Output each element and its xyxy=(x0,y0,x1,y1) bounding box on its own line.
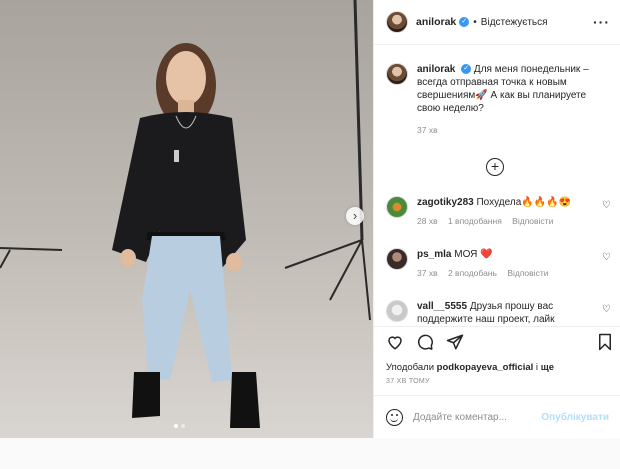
comment-username[interactable]: vall__5555 xyxy=(417,301,467,312)
caption-time[interactable]: 37 хв xyxy=(417,124,597,137)
comment-like-icon[interactable]: ♡ xyxy=(602,252,611,263)
author-username[interactable]: anilorak xyxy=(416,16,456,28)
comment-likes[interactable]: 2 вподобань xyxy=(448,268,497,278)
comment-reply-button[interactable]: Відповісти xyxy=(512,216,553,226)
comment-like-icon[interactable]: ♡ xyxy=(602,200,611,211)
comment-time[interactable]: 37 хв xyxy=(417,268,438,278)
comment-time[interactable]: 28 хв xyxy=(417,216,438,226)
comment-username[interactable]: ps_mla xyxy=(417,249,451,260)
caption-username[interactable]: anilorak xyxy=(417,64,455,75)
save-icon[interactable] xyxy=(596,333,614,355)
load-more-comments-icon[interactable]: + xyxy=(486,158,504,176)
commenter-avatar[interactable] xyxy=(386,248,408,270)
comment-like-icon[interactable]: ♡ xyxy=(602,304,611,315)
comment-likes[interactable]: 1 вподобання xyxy=(448,216,502,226)
comment-item: vall__5555 Друзья прошу вас поддержите н… xyxy=(386,300,611,324)
follow-status-button[interactable]: Відстежується xyxy=(481,17,548,28)
publish-button[interactable]: Опублікувати xyxy=(541,412,609,423)
comment-meta: 37 хв 2 вподобань Відповісти xyxy=(417,267,589,280)
carousel-dot xyxy=(181,424,185,428)
post-container: › anilorak ✓ • Відстежується ··· anilora… xyxy=(0,0,620,438)
comment-input[interactable]: Додайте коментар... xyxy=(413,412,541,423)
carousel-dot xyxy=(174,424,178,428)
post-photo[interactable]: › xyxy=(0,0,373,438)
comment-text: Похудела🔥🔥🔥😍 xyxy=(476,197,572,208)
separator-dot: • xyxy=(473,16,477,28)
divider xyxy=(374,326,620,327)
verified-badge-icon: ✓ xyxy=(461,64,472,75)
likes-prefix: Уподобали xyxy=(386,362,435,373)
carousel-next-button[interactable]: › xyxy=(346,207,364,225)
photo-illustration xyxy=(0,0,373,438)
comment-body: zagotiky283 Похудела🔥🔥🔥😍 28 хв 1 вподоба… xyxy=(417,196,589,228)
verified-badge-icon: ✓ xyxy=(459,17,470,27)
like-icon[interactable] xyxy=(386,333,404,355)
likes-user[interactable]: podkopayeva_official xyxy=(437,362,534,373)
carousel-dots xyxy=(174,420,188,431)
emoji-icon[interactable] xyxy=(386,408,403,426)
author-avatar[interactable] xyxy=(386,11,408,33)
comment-body: vall__5555 Друзья прошу вас поддержите н… xyxy=(417,300,589,324)
more-options-icon[interactable]: ··· xyxy=(593,14,610,30)
commenter-avatar[interactable] xyxy=(386,300,408,322)
share-icon[interactable] xyxy=(446,333,464,355)
comment-text: МОЯ ❤️ xyxy=(454,249,493,260)
likes-and: і xyxy=(535,362,539,373)
post-side-panel: anilorak ✓ • Відстежується ··· anilorak … xyxy=(373,0,620,438)
comment-body: ps_mla МОЯ ❤️ 37 хв 2 вподобань Відповіс… xyxy=(417,248,589,280)
likes-summary: Уподобали podkopayeva_official і ще xyxy=(386,362,554,373)
comment-item: zagotiky283 Похудела🔥🔥🔥😍 28 хв 1 вподоба… xyxy=(386,196,611,228)
comment-meta: 28 хв 1 вподобання Відповісти xyxy=(417,215,589,228)
action-bar xyxy=(386,333,614,355)
caption-avatar[interactable] xyxy=(386,63,408,85)
post-caption: anilorak ✓ Для меня понедельник – всегда… xyxy=(374,45,620,137)
commenter-avatar[interactable] xyxy=(386,196,408,218)
posted-ago[interactable]: 37 ХВ ТОМУ xyxy=(386,378,430,385)
caption-body: anilorak ✓ Для меня понедельник – всегда… xyxy=(417,63,597,137)
comment-item: ps_mla МОЯ ❤️ 37 хв 2 вподобань Відповіс… xyxy=(386,248,611,280)
comment-icon[interactable] xyxy=(416,333,434,355)
comment-reply-button[interactable]: Відповісти xyxy=(507,268,548,278)
add-comment-bar: Додайте коментар... Опублікувати xyxy=(374,395,620,438)
likes-more[interactable]: ще xyxy=(541,362,554,373)
post-header: anilorak ✓ • Відстежується ··· xyxy=(374,0,620,45)
comment-username[interactable]: zagotiky283 xyxy=(417,197,474,208)
